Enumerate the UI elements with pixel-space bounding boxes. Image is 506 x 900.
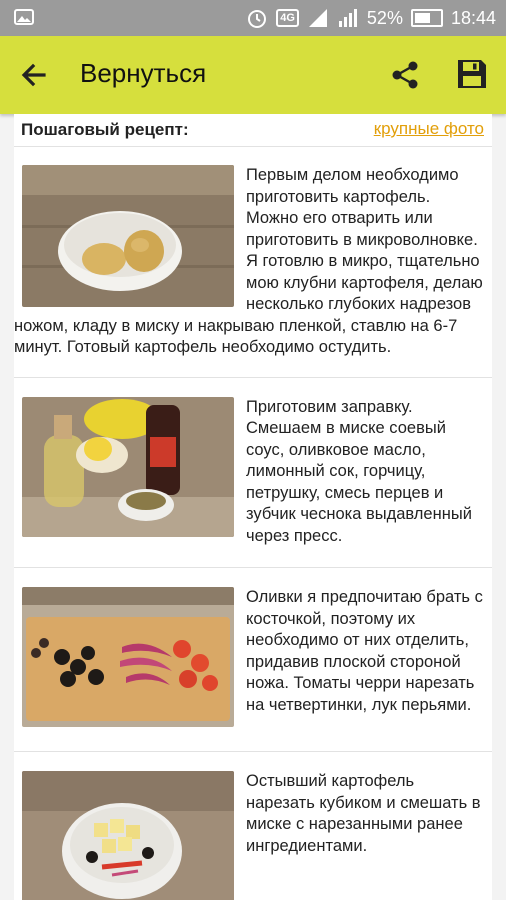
recipe-step: Приготовим заправку. Смешаем в миске сое… xyxy=(14,378,492,568)
save-icon[interactable] xyxy=(454,56,490,92)
network-type: 4G xyxy=(276,9,299,27)
app-bar: Вернуться xyxy=(0,36,506,114)
image-notification-icon xyxy=(14,9,34,25)
alarm-icon xyxy=(248,10,267,28)
recipe-header: Пошаговый рецепт: крупные фото xyxy=(14,114,492,147)
battery-icon xyxy=(410,9,443,27)
back-button-label[interactable]: Вернуться xyxy=(80,58,206,89)
signal-icon xyxy=(308,9,327,27)
signal-2-icon xyxy=(338,9,357,27)
recipe-step: Остывший картофель нарезать кубиком и см… xyxy=(14,752,492,900)
step-photo-dressing[interactable] xyxy=(22,396,234,537)
step-photo-potatoes[interactable] xyxy=(22,165,234,307)
recipe-step: Первым делом необходимо приготовить карт… xyxy=(14,147,492,377)
recipe-step: Оливки я предпочитаю брать с косточкой, … xyxy=(14,568,492,751)
recipe-content[interactable]: Пошаговый рецепт: крупные фото Первым де… xyxy=(14,114,492,900)
step-recipe-heading: Пошаговый рецепт: xyxy=(21,120,189,139)
battery-percent: 52% xyxy=(366,7,403,28)
large-photos-link[interactable]: крупные фото xyxy=(374,119,484,139)
step-photo-salad-bowl[interactable] xyxy=(22,771,234,900)
step-photo-olives-tomatoes[interactable] xyxy=(22,587,234,727)
back-arrow-icon[interactable] xyxy=(18,59,50,91)
status-bar: 4G 52% 18:44 xyxy=(0,0,506,36)
clock: 18:44 xyxy=(450,7,496,28)
share-icon[interactable] xyxy=(388,58,422,92)
